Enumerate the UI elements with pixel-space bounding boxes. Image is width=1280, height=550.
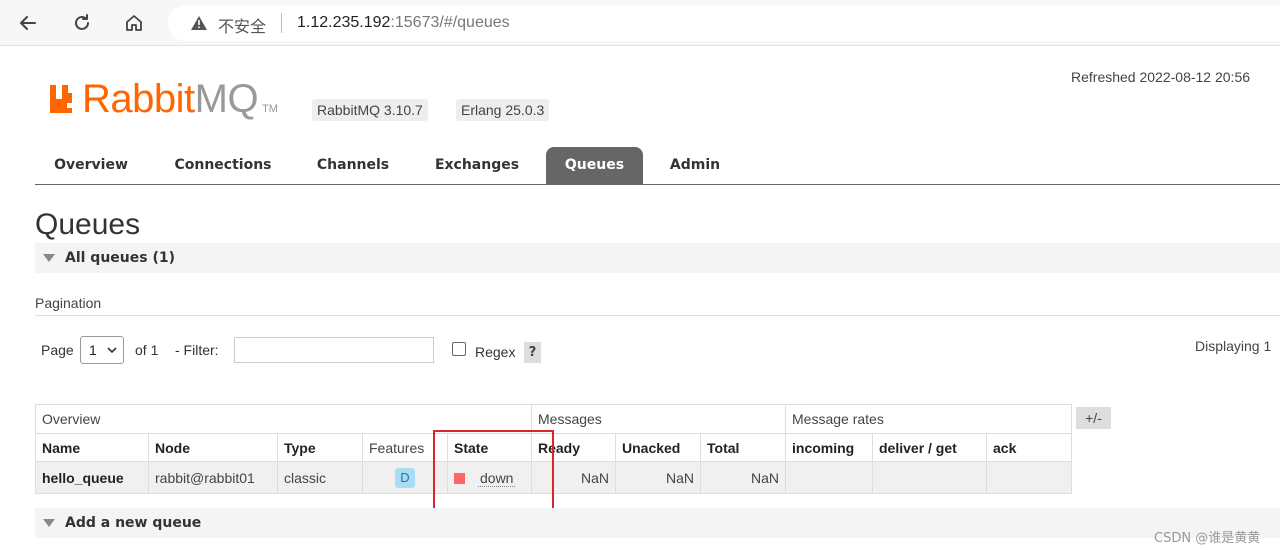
tab-exchanges[interactable]: Exchanges <box>421 147 533 184</box>
col-header-name[interactable]: Name <box>35 433 149 462</box>
regex-label: Regex <box>475 344 516 360</box>
tab-admin[interactable]: Admin <box>655 147 735 184</box>
col-header-ready[interactable]: Ready <box>531 433 616 462</box>
queue-incoming-rate <box>785 461 873 494</box>
filter-label: - Filter: <box>175 342 219 358</box>
tab-channels[interactable]: Channels <box>297 147 409 184</box>
pagination-divider <box>35 315 1280 316</box>
browser-toolbar: 不安全 1.12.235.192:15673/#/queues <box>0 0 1280 46</box>
erlang-version-badge: Erlang 25.0.3 <box>456 99 550 121</box>
queue-name-link[interactable]: hello_queue <box>35 461 149 494</box>
rabbit-logo-icon <box>50 85 72 113</box>
queue-deliver-get-rate <box>872 461 987 494</box>
add-queue-section-header[interactable]: Add a new queue <box>35 508 1280 538</box>
rabbitmq-logo[interactable]: RabbitMQ TM <box>48 77 278 119</box>
back-arrow-icon[interactable] <box>14 9 42 37</box>
col-header-node[interactable]: Node <box>148 433 278 462</box>
queue-ready: NaN <box>531 461 616 494</box>
queue-type: classic <box>277 461 363 494</box>
displaying-count: Displaying 1 <box>1195 338 1272 354</box>
tab-queues[interactable]: Queues <box>546 147 643 184</box>
group-header-message-rates: Message rates <box>785 404 1072 434</box>
refreshed-timestamp[interactable]: Refreshed 2022-08-12 20:56 <box>1071 69 1250 85</box>
url-separator <box>281 13 282 33</box>
queues-table: Overview Messages Message rates Name Nod… <box>35 404 1072 494</box>
logo-trademark: TM <box>262 103 278 115</box>
col-header-features[interactable]: Features <box>362 433 448 462</box>
rabbitmq-version-badge: RabbitMQ 3.10.7 <box>312 99 428 121</box>
regex-help-button[interactable]: ? <box>524 342 541 363</box>
table-row[interactable]: hello_queue rabbit@rabbit01 classic D do… <box>35 461 1072 494</box>
pagination-heading: Pagination <box>35 295 102 311</box>
home-icon[interactable] <box>120 9 148 37</box>
csdn-watermark: CSDN @谁是黄黄 <box>1154 531 1261 546</box>
logo-wordmark: RabbitMQ <box>82 77 259 121</box>
col-header-state[interactable]: State <box>447 433 532 462</box>
address-bar[interactable]: 不安全 1.12.235.192:15673/#/queues <box>168 5 1280 41</box>
state-down-indicator <box>454 473 465 485</box>
url-text[interactable]: 1.12.235.192:15673/#/queues <box>297 14 510 32</box>
insecure-label: 不安全 <box>218 17 267 36</box>
page-select-value: 1 <box>89 342 97 358</box>
url-host: 1.12.235.192 <box>297 14 391 31</box>
filter-input[interactable] <box>234 337 434 363</box>
queue-state-text[interactable]: down <box>478 469 516 487</box>
url-path: :15673/#/queues <box>390 14 510 31</box>
main-nav-tabs: Overview Connections Channels Exchanges … <box>35 147 1280 185</box>
queue-state: down <box>447 461 532 494</box>
reload-icon[interactable] <box>68 9 96 37</box>
collapse-triangle-icon <box>43 519 55 527</box>
page-title: Queues <box>35 208 141 241</box>
regex-checkbox[interactable] <box>452 342 466 356</box>
tab-overview[interactable]: Overview <box>35 147 147 184</box>
chevron-down-icon <box>107 337 117 373</box>
page-label: Page <box>41 342 74 358</box>
col-header-deliver-get[interactable]: deliver / get <box>872 433 987 462</box>
group-header-messages: Messages <box>531 404 786 434</box>
col-header-incoming[interactable]: incoming <box>785 433 873 462</box>
col-header-unacked[interactable]: Unacked <box>615 433 701 462</box>
group-header-overview: Overview <box>35 404 532 434</box>
page-count-label: of 1 <box>135 342 159 358</box>
column-options-button[interactable]: +/- <box>1076 407 1111 429</box>
col-header-total[interactable]: Total <box>700 433 786 462</box>
queue-unacked: NaN <box>615 461 701 494</box>
queue-ack-rate <box>986 461 1072 494</box>
logo-rabbit: Rabbit <box>82 77 195 121</box>
tab-connections[interactable]: Connections <box>157 147 289 184</box>
warning-icon <box>190 15 208 35</box>
col-header-ack[interactable]: ack <box>986 433 1072 462</box>
collapse-triangle-icon <box>43 254 55 262</box>
queue-node: rabbit@rabbit01 <box>148 461 278 494</box>
all-queues-section-header[interactable]: All queues (1) <box>35 243 1280 273</box>
page-select[interactable]: 1 <box>80 336 124 364</box>
queue-total: NaN <box>700 461 786 494</box>
all-queues-label: All queues (1) <box>65 250 175 266</box>
add-queue-label: Add a new queue <box>65 515 202 531</box>
logo-mq: MQ <box>194 77 259 121</box>
queue-features: D <box>362 461 448 494</box>
durable-feature-badge[interactable]: D <box>395 467 415 488</box>
col-header-type[interactable]: Type <box>277 433 363 462</box>
